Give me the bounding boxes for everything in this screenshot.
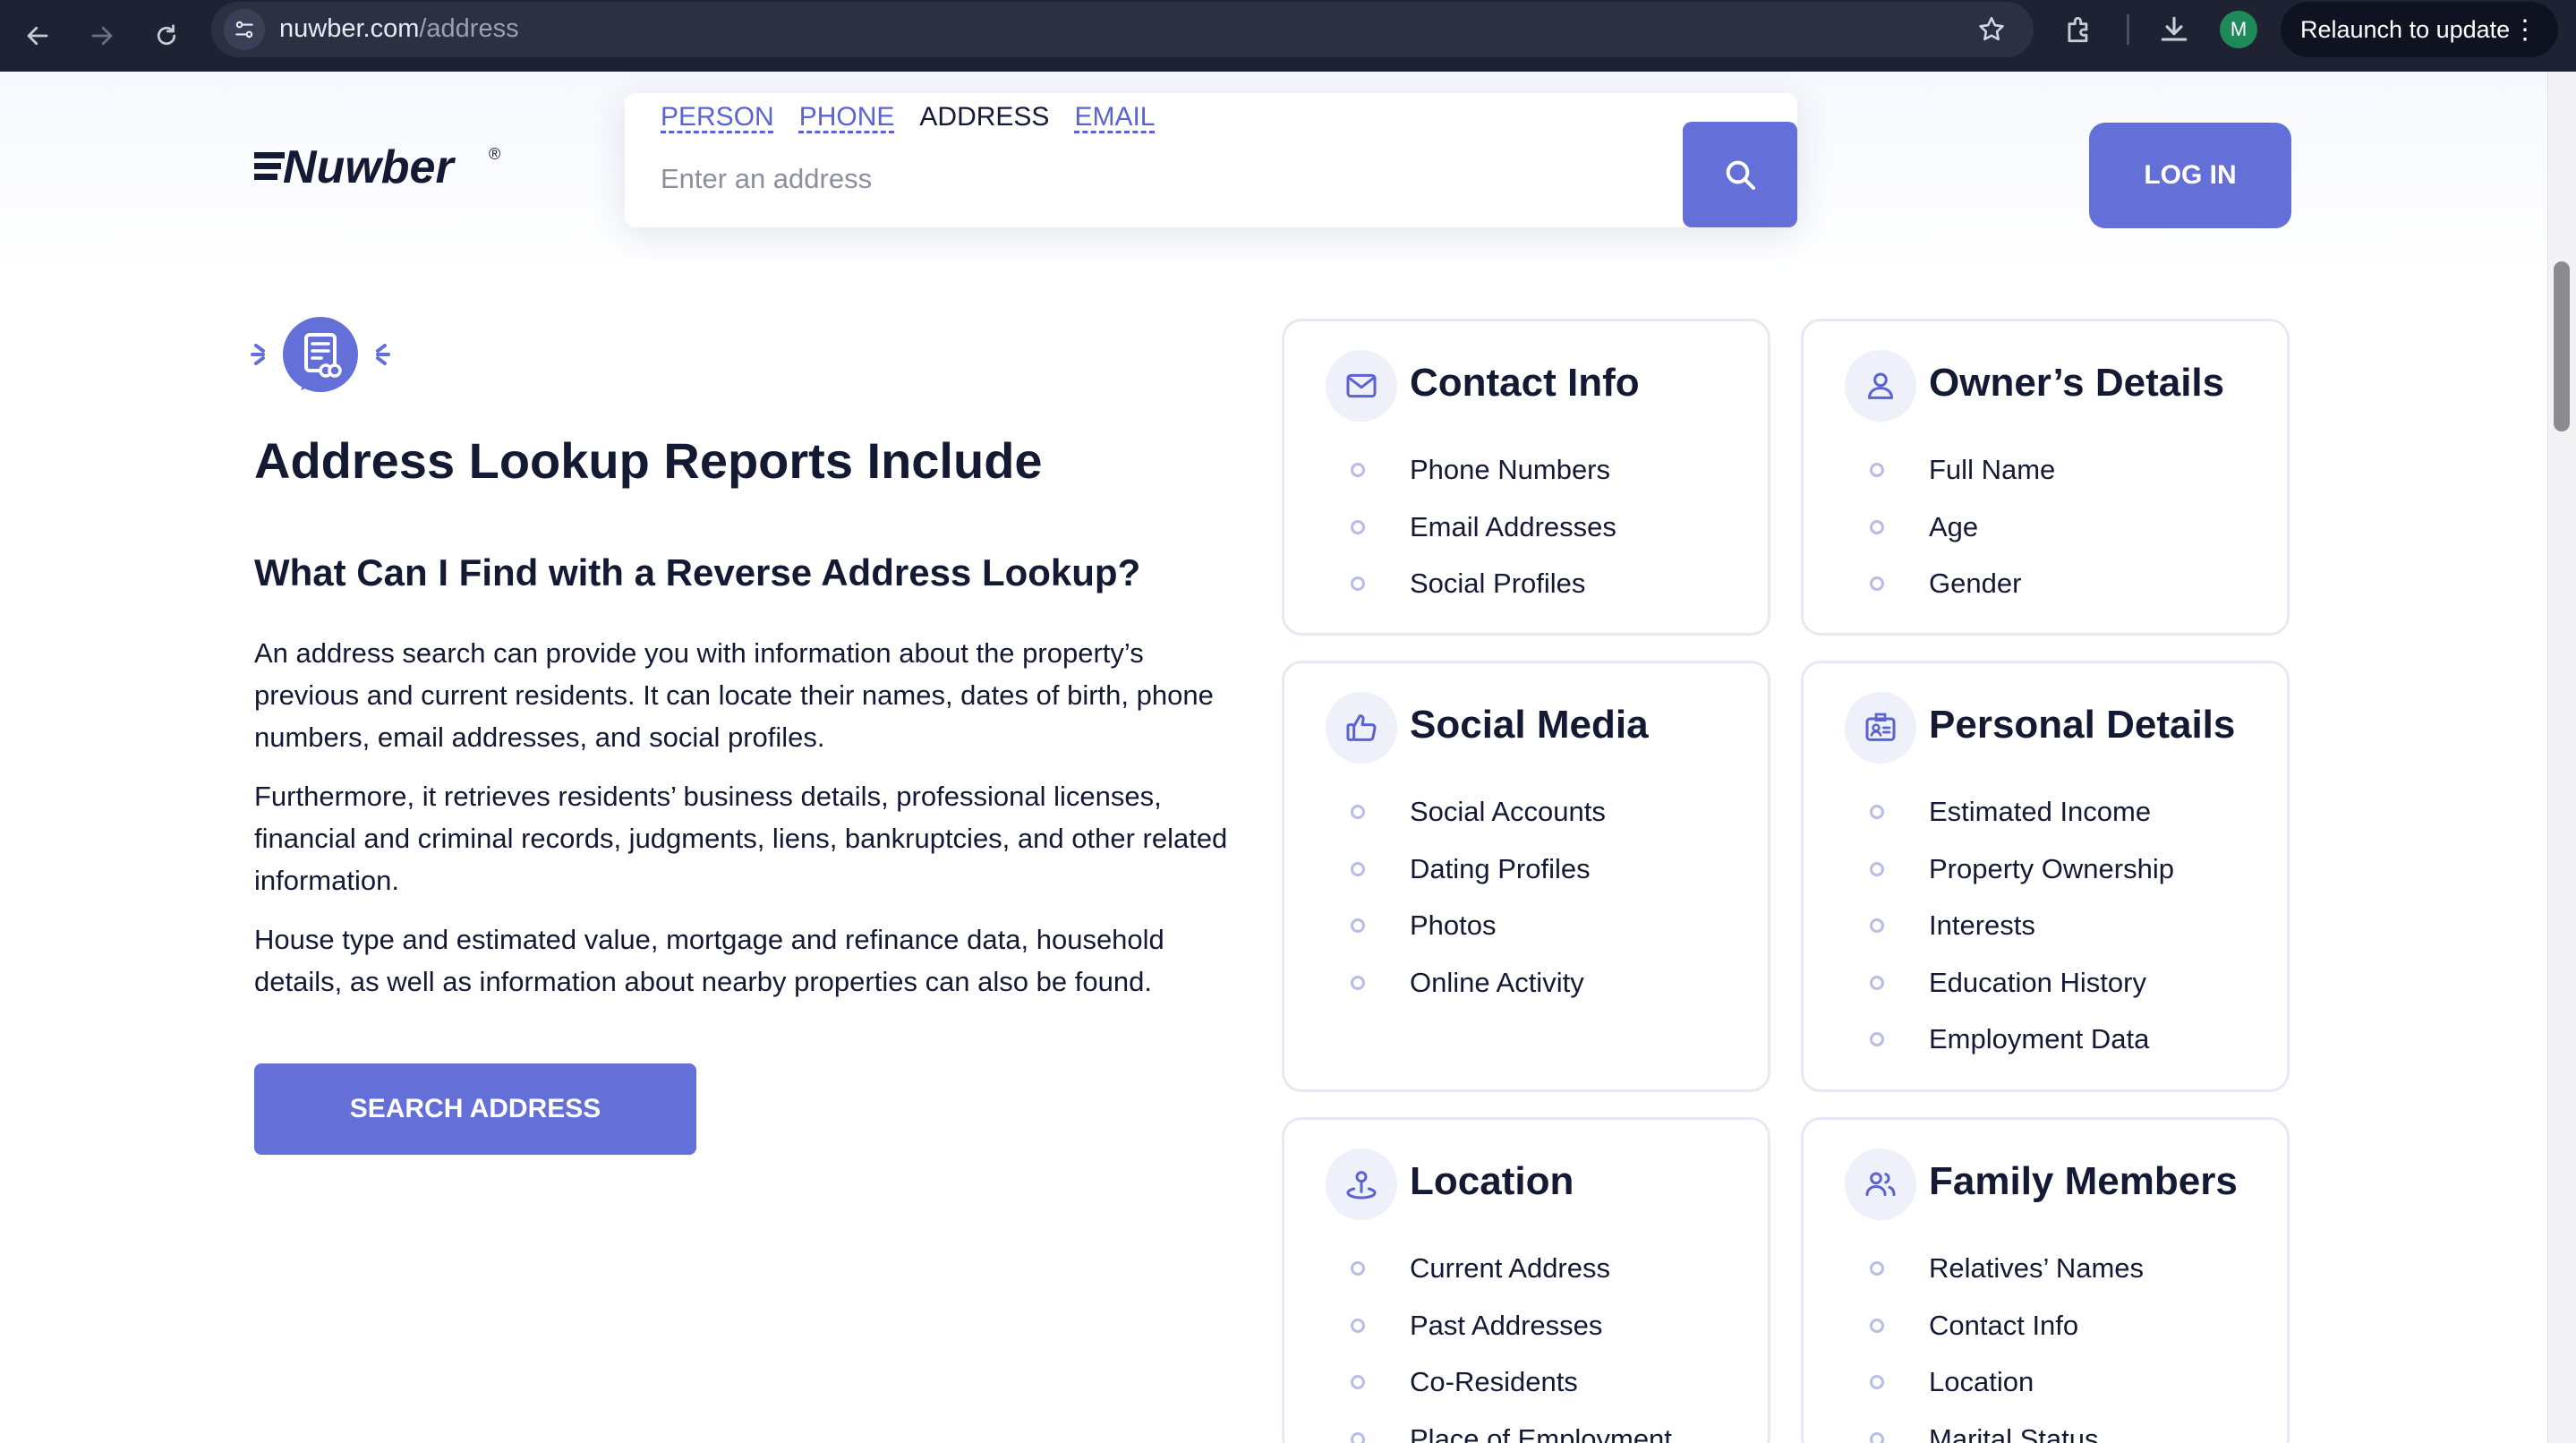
card-list: Phone Numbers Email Addresses Social Pro…	[1351, 454, 1616, 625]
list-item: Contact Info	[1870, 1310, 2144, 1367]
svg-text:®: ®	[489, 145, 500, 163]
reload-button[interactable]	[143, 13, 190, 59]
report-icon	[251, 317, 390, 392]
section-subtitle: What Can I Find with a Reverse Address L…	[254, 551, 1141, 593]
card-social-media: Social Media Social Accounts Dating Prof…	[1282, 661, 1770, 1092]
card-location: Location Current Address Past Addresses …	[1282, 1117, 1770, 1443]
card-list: Estimated Income Property Ownership Inte…	[1870, 796, 2174, 1080]
reload-icon	[157, 24, 176, 46]
search-button[interactable]	[1683, 122, 1797, 227]
card-title: Owner’s Details	[1929, 361, 2225, 405]
list-item: Online Activity	[1351, 967, 1606, 1024]
search-address-button[interactable]: SEARCH ADDRESS	[254, 1063, 696, 1155]
intro-paragraph: Furthermore, it retrieves residents’ bus…	[254, 781, 1228, 896]
page-title: Address Lookup Reports Include	[254, 432, 1043, 489]
card-title: Location	[1410, 1159, 1574, 1203]
bookmark-star-icon[interactable]	[1976, 14, 2007, 45]
thumbs-up-icon	[1346, 714, 1377, 741]
search-panel: PERSON PHONE ADDRESS EMAIL	[625, 93, 1797, 227]
card-title: Social Media	[1410, 703, 1649, 747]
card-owners-details: Owner’s Details Full Name Age Gender	[1801, 319, 2290, 636]
tune-icon	[235, 21, 253, 38]
list-item: Social Accounts	[1351, 796, 1606, 853]
address-bar[interactable]: nuwber.com/address	[211, 2, 2034, 57]
list-item: Co-Residents	[1351, 1366, 1672, 1423]
download-icon[interactable]	[2157, 13, 2191, 47]
site-info-button[interactable]	[224, 9, 265, 50]
people-icon	[1865, 1172, 1896, 1197]
list-item: Dating Profiles	[1351, 853, 1606, 910]
address-search-input[interactable]	[661, 152, 1645, 206]
arrow-left-icon	[27, 26, 48, 46]
list-item: Phone Numbers	[1351, 454, 1616, 511]
envelope-icon	[1346, 373, 1377, 398]
browser-toolbar: nuwber.com/address M Relaunch to update …	[0, 0, 2576, 72]
id-card-icon	[1865, 713, 1896, 741]
extensions-icon[interactable]	[2062, 13, 2096, 47]
card-icon-wrap	[1326, 1148, 1397, 1220]
list-item: Location	[1870, 1366, 2144, 1423]
card-list: Relatives’ Names Contact Info Location M…	[1870, 1252, 2144, 1443]
card-list: Social Accounts Dating Profiles Photos O…	[1351, 796, 1606, 1023]
tab-email[interactable]: EMAIL	[1074, 102, 1155, 132]
card-icon-wrap	[1845, 1148, 1916, 1220]
list-item: Photos	[1351, 909, 1606, 967]
url-host: nuwber.com	[279, 14, 420, 43]
svg-text:Nuwber: Nuwber	[283, 141, 456, 193]
list-item: Interests	[1870, 909, 2174, 967]
card-icon-wrap	[1845, 692, 1916, 764]
relaunch-button[interactable]: Relaunch to update ⋮	[2281, 2, 2558, 57]
card-family-members: Family Members Relatives’ Names Contact …	[1801, 1117, 2290, 1443]
list-item: Full Name	[1870, 454, 2055, 511]
list-item: Age	[1870, 511, 2055, 568]
card-title: Family Members	[1929, 1159, 2238, 1203]
person-icon	[1868, 372, 1893, 399]
list-item: Past Addresses	[1351, 1310, 1672, 1367]
tab-person[interactable]: PERSON	[661, 102, 774, 132]
login-button[interactable]: LOG IN	[2089, 123, 2291, 228]
card-icon-wrap	[1845, 350, 1916, 422]
card-icon-wrap	[1326, 350, 1397, 422]
intro-paragraph: House type and estimated value, mortgage…	[254, 924, 1164, 997]
search-type-tabs: PERSON PHONE ADDRESS EMAIL	[661, 102, 1155, 132]
intro-paragraph: An address search can provide you with i…	[254, 637, 1214, 753]
card-icon-wrap	[1326, 692, 1397, 764]
arrow-right-icon	[91, 26, 113, 46]
forward-button[interactable]	[79, 13, 125, 59]
list-item: Marital Status	[1870, 1423, 2144, 1443]
page-scrollbar[interactable]	[2547, 72, 2576, 1443]
nuwber-logo[interactable]: Nuwber ®	[254, 140, 523, 193]
tab-phone[interactable]: PHONE	[799, 102, 895, 132]
relaunch-label: Relaunch to update	[2300, 15, 2511, 43]
card-title: Personal Details	[1929, 703, 2236, 747]
list-item: Employment Data	[1870, 1023, 2174, 1080]
list-item: Property Ownership	[1870, 853, 2174, 910]
card-list: Current Address Past Addresses Co-Reside…	[1351, 1252, 1672, 1443]
list-item: Place of Employment	[1351, 1423, 1672, 1443]
card-list: Full Name Age Gender	[1870, 454, 2055, 625]
list-item: Current Address	[1351, 1252, 1672, 1310]
search-icon	[1726, 160, 1755, 190]
tab-address[interactable]: ADDRESS	[919, 102, 1049, 132]
list-item: Education History	[1870, 967, 2174, 1024]
kebab-menu-icon[interactable]: ⋮	[2512, 14, 2538, 46]
card-personal-details: Personal Details Estimated Income Proper…	[1801, 661, 2290, 1092]
list-item: Gender	[1870, 568, 2055, 625]
profile-avatar[interactable]: M	[2220, 11, 2257, 48]
map-pin-icon	[1346, 1171, 1377, 1200]
url-path: /address	[419, 14, 519, 43]
list-item: Estimated Income	[1870, 796, 2174, 853]
card-title: Contact Info	[1410, 361, 1640, 405]
list-item: Relatives’ Names	[1870, 1252, 2144, 1310]
url-text: nuwber.com/address	[279, 14, 519, 44]
toolbar-divider	[2127, 14, 2129, 45]
list-item: Social Profiles	[1351, 568, 1616, 625]
back-button[interactable]	[14, 13, 61, 59]
list-item: Email Addresses	[1351, 511, 1616, 568]
card-contact-info: Contact Info Phone Numbers Email Address…	[1282, 319, 1770, 636]
scrollbar-thumb[interactable]	[2554, 261, 2570, 431]
